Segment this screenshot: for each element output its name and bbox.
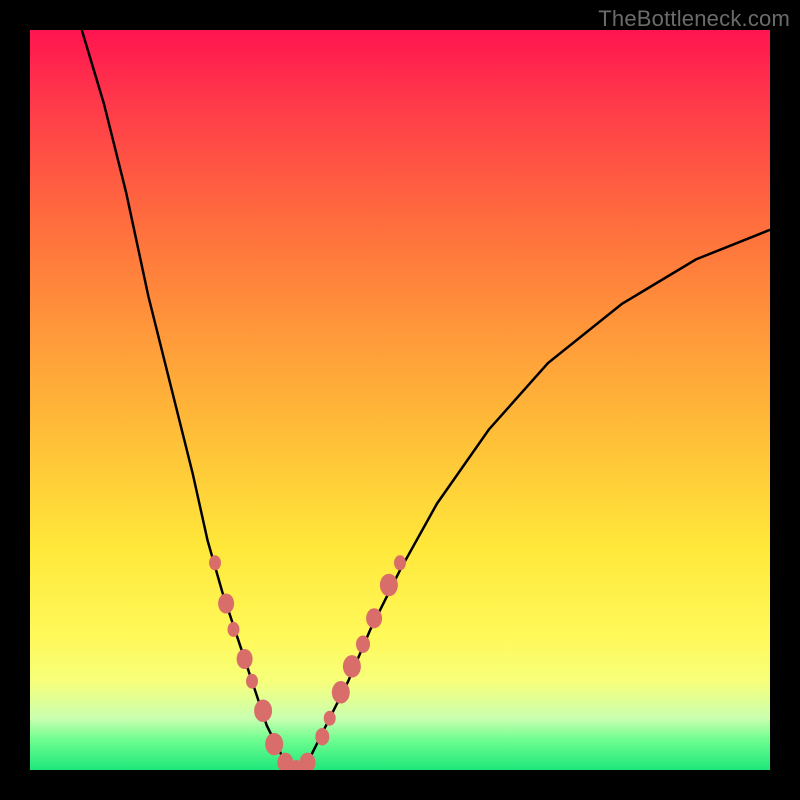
- data-marker: [228, 622, 240, 637]
- bottleneck-curve-left: [82, 30, 297, 770]
- data-marker: [315, 728, 329, 746]
- curve-svg: [30, 30, 770, 770]
- data-marker: [246, 674, 258, 689]
- data-marker: [332, 681, 350, 704]
- data-marker: [356, 635, 370, 653]
- data-marker: [366, 608, 382, 628]
- data-marker: [300, 753, 316, 770]
- data-marker: [209, 555, 221, 570]
- data-marker: [265, 733, 283, 756]
- watermark-text: TheBottleneck.com: [598, 6, 790, 32]
- data-marker: [394, 555, 406, 570]
- marker-group: [209, 555, 406, 770]
- data-marker: [380, 574, 398, 597]
- chart-stage: TheBottleneck.com: [0, 0, 800, 800]
- data-marker: [237, 649, 253, 669]
- data-marker: [218, 594, 234, 614]
- bottleneck-curve-right: [296, 230, 770, 770]
- curve-group: [82, 30, 770, 770]
- data-marker: [343, 655, 361, 678]
- plot-area: [30, 30, 770, 770]
- data-marker: [254, 700, 272, 723]
- data-marker: [324, 711, 336, 726]
